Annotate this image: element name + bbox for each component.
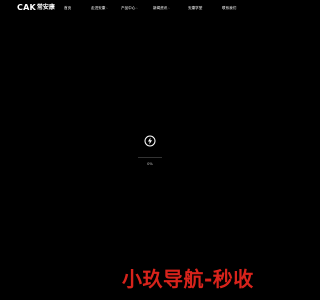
nav-item-label: 联系我们: [222, 6, 237, 10]
nav-item-label: 产品中心: [121, 6, 136, 10]
nav-item-academy[interactable]: 安康学堂: [188, 5, 202, 11]
logo[interactable]: CAK 常安康: [17, 3, 55, 12]
chevron-down-icon: ›: [168, 6, 170, 10]
header: CAK 常安康 首页 走进安康 › 产品中心 › 新闻资讯 › 安康学堂 联系我…: [0, 0, 300, 16]
nav-item-contact[interactable]: 联系我们: [222, 5, 236, 11]
nav-item-about[interactable]: 走进安康 ›: [91, 5, 108, 11]
page: CAK 常安康 首页 走进安康 › 产品中心 › 新闻资讯 › 安康学堂 联系我…: [0, 0, 300, 300]
nav-item-label: 新闻资讯: [153, 6, 168, 10]
nav-item-label: 走进安康: [91, 6, 106, 10]
lightning-bolt-circle-icon: [144, 135, 156, 147]
logo-cn-text: 常安康: [36, 4, 55, 11]
watermark-text: 小玖导航-秒收: [122, 267, 254, 291]
nav-item-label: 首页: [64, 6, 72, 10]
loader-progress-bar: [138, 157, 162, 158]
chevron-down-icon: ›: [106, 6, 108, 10]
nav-item-home[interactable]: 首页: [64, 5, 71, 11]
logo-text: CAK: [17, 3, 36, 12]
chevron-down-icon: ›: [136, 6, 138, 10]
loader-percent: 0%: [147, 162, 153, 166]
nav-item-news[interactable]: 新闻资讯 ›: [153, 5, 170, 11]
nav-item-label: 安康学堂: [188, 6, 203, 10]
nav-item-products[interactable]: 产品中心 ›: [121, 5, 138, 11]
